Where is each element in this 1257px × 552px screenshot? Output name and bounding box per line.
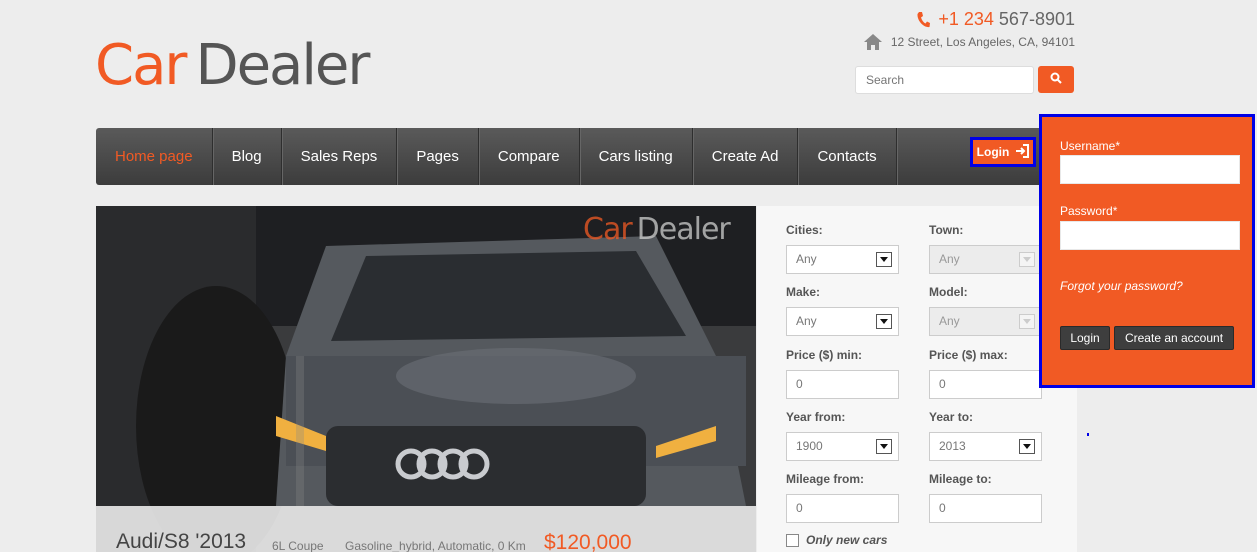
nav-item-pages[interactable]: Pages <box>397 128 479 185</box>
watermark-car: Car <box>583 212 633 247</box>
year-to-value: 2013 <box>939 439 966 453</box>
address-info: 12 Street, Los Angeles, CA, 94101 <box>863 33 1075 51</box>
login-button[interactable]: Login <box>1060 326 1110 350</box>
year-to-select[interactable]: 2013 <box>929 432 1042 461</box>
phone-number: 567-8901 <box>998 9 1075 29</box>
town-select[interactable]: Any <box>929 245 1042 274</box>
mileage-to-label: Mileage to: <box>929 472 992 486</box>
year-from-select[interactable]: 1900 <box>786 432 899 461</box>
phone-icon <box>916 11 931 29</box>
price-max-input[interactable]: 0 <box>929 370 1042 399</box>
mileage-from-input[interactable]: 0 <box>786 494 899 523</box>
slide-watermark: Car Dealer <box>583 212 731 247</box>
make-select[interactable]: Any <box>786 307 899 336</box>
featured-car-slide[interactable]: Car Dealer Audi/S8 '2013 6L Coupe Gasolin… <box>96 206 756 552</box>
chevron-down-icon <box>876 439 892 454</box>
cities-value: Any <box>796 252 817 266</box>
car-engine: 6L Coupe <box>272 539 324 552</box>
address-text: 12 Street, Los Angeles, CA, 94101 <box>890 35 1075 49</box>
nav-item-compare[interactable]: Compare <box>479 128 580 185</box>
nav-item-cars-listing[interactable]: Cars listing <box>580 128 693 185</box>
search-icon <box>1050 72 1062 87</box>
cities-select[interactable]: Any <box>786 245 899 274</box>
car-photo <box>96 206 756 552</box>
highlight-marker <box>1087 433 1089 436</box>
username-label: Username* <box>1060 139 1121 153</box>
logo-text-car: Car <box>95 33 187 98</box>
model-value: Any <box>939 314 960 328</box>
year-to-label: Year to: <box>929 410 974 424</box>
create-account-button[interactable]: Create an account <box>1114 326 1234 350</box>
town-label: Town: <box>929 223 964 237</box>
sign-in-icon <box>1015 143 1030 161</box>
only-new-cars-label: Only new cars <box>806 533 888 547</box>
mileage-from-label: Mileage from: <box>786 472 865 486</box>
price-max-label: Price ($) max: <box>929 348 1008 362</box>
year-from-value: 1900 <box>796 439 823 453</box>
car-price: $120,000 <box>544 531 632 552</box>
model-label: Model: <box>929 285 968 299</box>
search-button[interactable] <box>1038 66 1074 93</box>
price-min-input[interactable]: 0 <box>786 370 899 399</box>
username-field[interactable] <box>1060 155 1240 184</box>
chevron-down-icon <box>1019 439 1035 454</box>
login-tab-button[interactable]: Login <box>970 137 1036 167</box>
phone-info: +1 234 567-8901 <box>916 9 1075 30</box>
password-field[interactable] <box>1060 221 1240 250</box>
main-nav: Home page Blog Sales Reps Pages Compare … <box>96 128 1077 185</box>
site-logo[interactable]: Car Dealer <box>95 38 370 94</box>
chevron-down-icon <box>876 314 892 329</box>
login-tab-label: Login <box>976 145 1010 159</box>
home-icon <box>863 33 883 51</box>
chevron-down-icon <box>876 252 892 267</box>
logo-text-dealer: Dealer <box>195 33 370 98</box>
nav-item-sales-reps[interactable]: Sales Reps <box>282 128 398 185</box>
nav-item-create-ad[interactable]: Create Ad <box>693 128 799 185</box>
car-title[interactable]: Audi/S8 '2013 <box>116 530 246 552</box>
year-from-label: Year from: <box>786 410 846 424</box>
chevron-down-icon <box>1019 252 1035 267</box>
make-label: Make: <box>786 285 821 299</box>
car-fuel-info: Gasoline_hybrid, Automatic, 0 Km <box>345 539 526 552</box>
watermark-dealer: Dealer <box>636 212 731 247</box>
model-select[interactable]: Any <box>929 307 1042 336</box>
nav-item-home-page[interactable]: Home page <box>96 128 213 185</box>
cities-label: Cities: <box>786 223 823 237</box>
price-min-label: Price ($) min: <box>786 348 863 362</box>
phone-code: +1 234 <box>938 9 994 29</box>
login-dropdown: Username* Password* Forgot your password… <box>1039 114 1255 388</box>
town-value: Any <box>939 252 960 266</box>
only-new-cars-checkbox[interactable] <box>786 534 799 547</box>
forgot-password-link[interactable]: Forgot your password? <box>1060 279 1183 293</box>
search-input[interactable] <box>855 66 1034 94</box>
mileage-to-input[interactable]: 0 <box>929 494 1042 523</box>
password-label: Password* <box>1060 204 1118 218</box>
chevron-down-icon <box>1019 314 1035 329</box>
car-search-form: Cities: Any Town: Any Make: Any Model: A… <box>757 206 1077 552</box>
nav-item-blog[interactable]: Blog <box>213 128 282 185</box>
make-value: Any <box>796 314 817 328</box>
nav-item-contacts[interactable]: Contacts <box>798 128 897 185</box>
